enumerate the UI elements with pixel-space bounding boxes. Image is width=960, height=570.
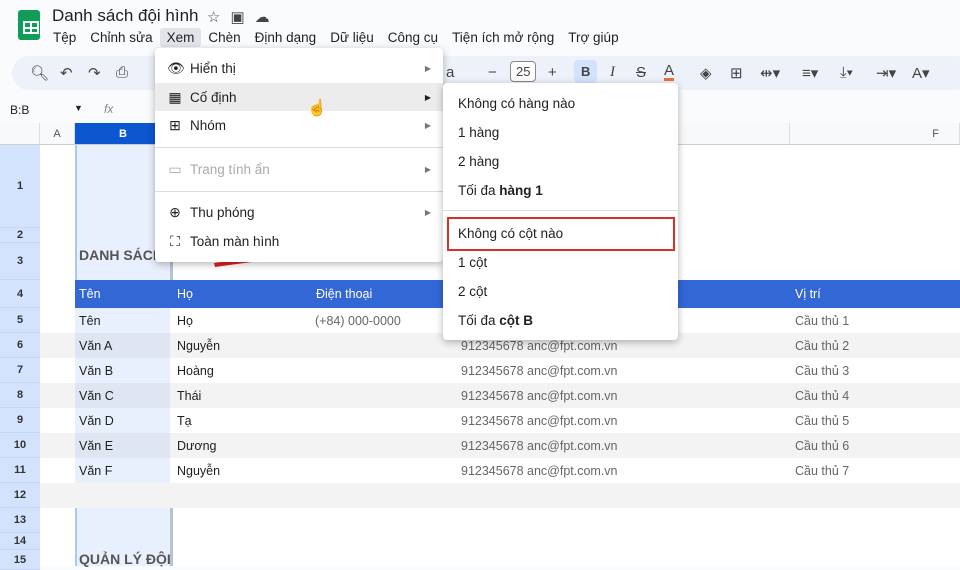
menu-item-show[interactable]: 👁︎ Hiển thị ▶ xyxy=(155,54,443,82)
menu-item-zoom[interactable]: ⊕ Thu phóng ▶ xyxy=(155,198,443,226)
hidden-sheet-icon: ▭ xyxy=(168,160,182,177)
fullscreen-icon: ⛶ xyxy=(170,232,180,249)
freeze-2-rows[interactable]: 2 hàng xyxy=(458,154,499,169)
freeze-1-row[interactable]: 1 hàng xyxy=(458,125,499,140)
freeze-icon: ▦ xyxy=(168,88,182,105)
menu-divider xyxy=(155,147,443,148)
freeze-1-column[interactable]: 1 cột xyxy=(458,255,487,270)
freeze-submenu: Không có hàng nào 1 hàng 2 hàng Tối đa h… xyxy=(443,83,678,340)
submenu-arrow-icon: ▶ xyxy=(424,164,431,174)
freeze-up-to-column[interactable]: Tối đa cột B xyxy=(458,313,533,328)
menu-item-group[interactable]: ⊞ Nhóm ▶ xyxy=(155,111,443,139)
freeze-2-columns[interactable]: 2 cột xyxy=(458,284,487,299)
menu-item-fullscreen[interactable]: ⛶ Toàn màn hình xyxy=(155,227,443,255)
freeze-up-to-row[interactable]: Tối đa hàng 1 xyxy=(458,183,543,198)
menu-item-hidden-sheets: ▭ Trang tính ẩn ▶ xyxy=(168,160,431,177)
menu-item-freeze[interactable]: ▦ Cố định ▶ xyxy=(155,83,443,111)
eye-icon: 👁︎ xyxy=(167,59,185,76)
view-menu: 👁︎ Hiển thị ▶ ▦ Cố định ▶ ⊞ Nhóm ▶ ▭ Trang tính… xyxy=(155,48,443,262)
submenu-arrow-icon: ▶ xyxy=(424,120,431,130)
group-plus-icon: ⊞ xyxy=(169,116,181,133)
submenu-arrow-icon: ▶ xyxy=(424,63,431,73)
menu-divider xyxy=(443,210,678,211)
submenu-arrow-icon: ▶ xyxy=(424,92,431,102)
zoom-icon: ⊕ xyxy=(169,203,181,220)
menu-divider xyxy=(155,191,443,192)
submenu-arrow-icon: ▶ xyxy=(424,207,431,217)
hand-cursor-icon: ☝ xyxy=(307,100,327,117)
freeze-no-columns[interactable]: Không có cột nào xyxy=(458,226,563,241)
freeze-no-rows[interactable]: Không có hàng nào xyxy=(458,96,575,111)
